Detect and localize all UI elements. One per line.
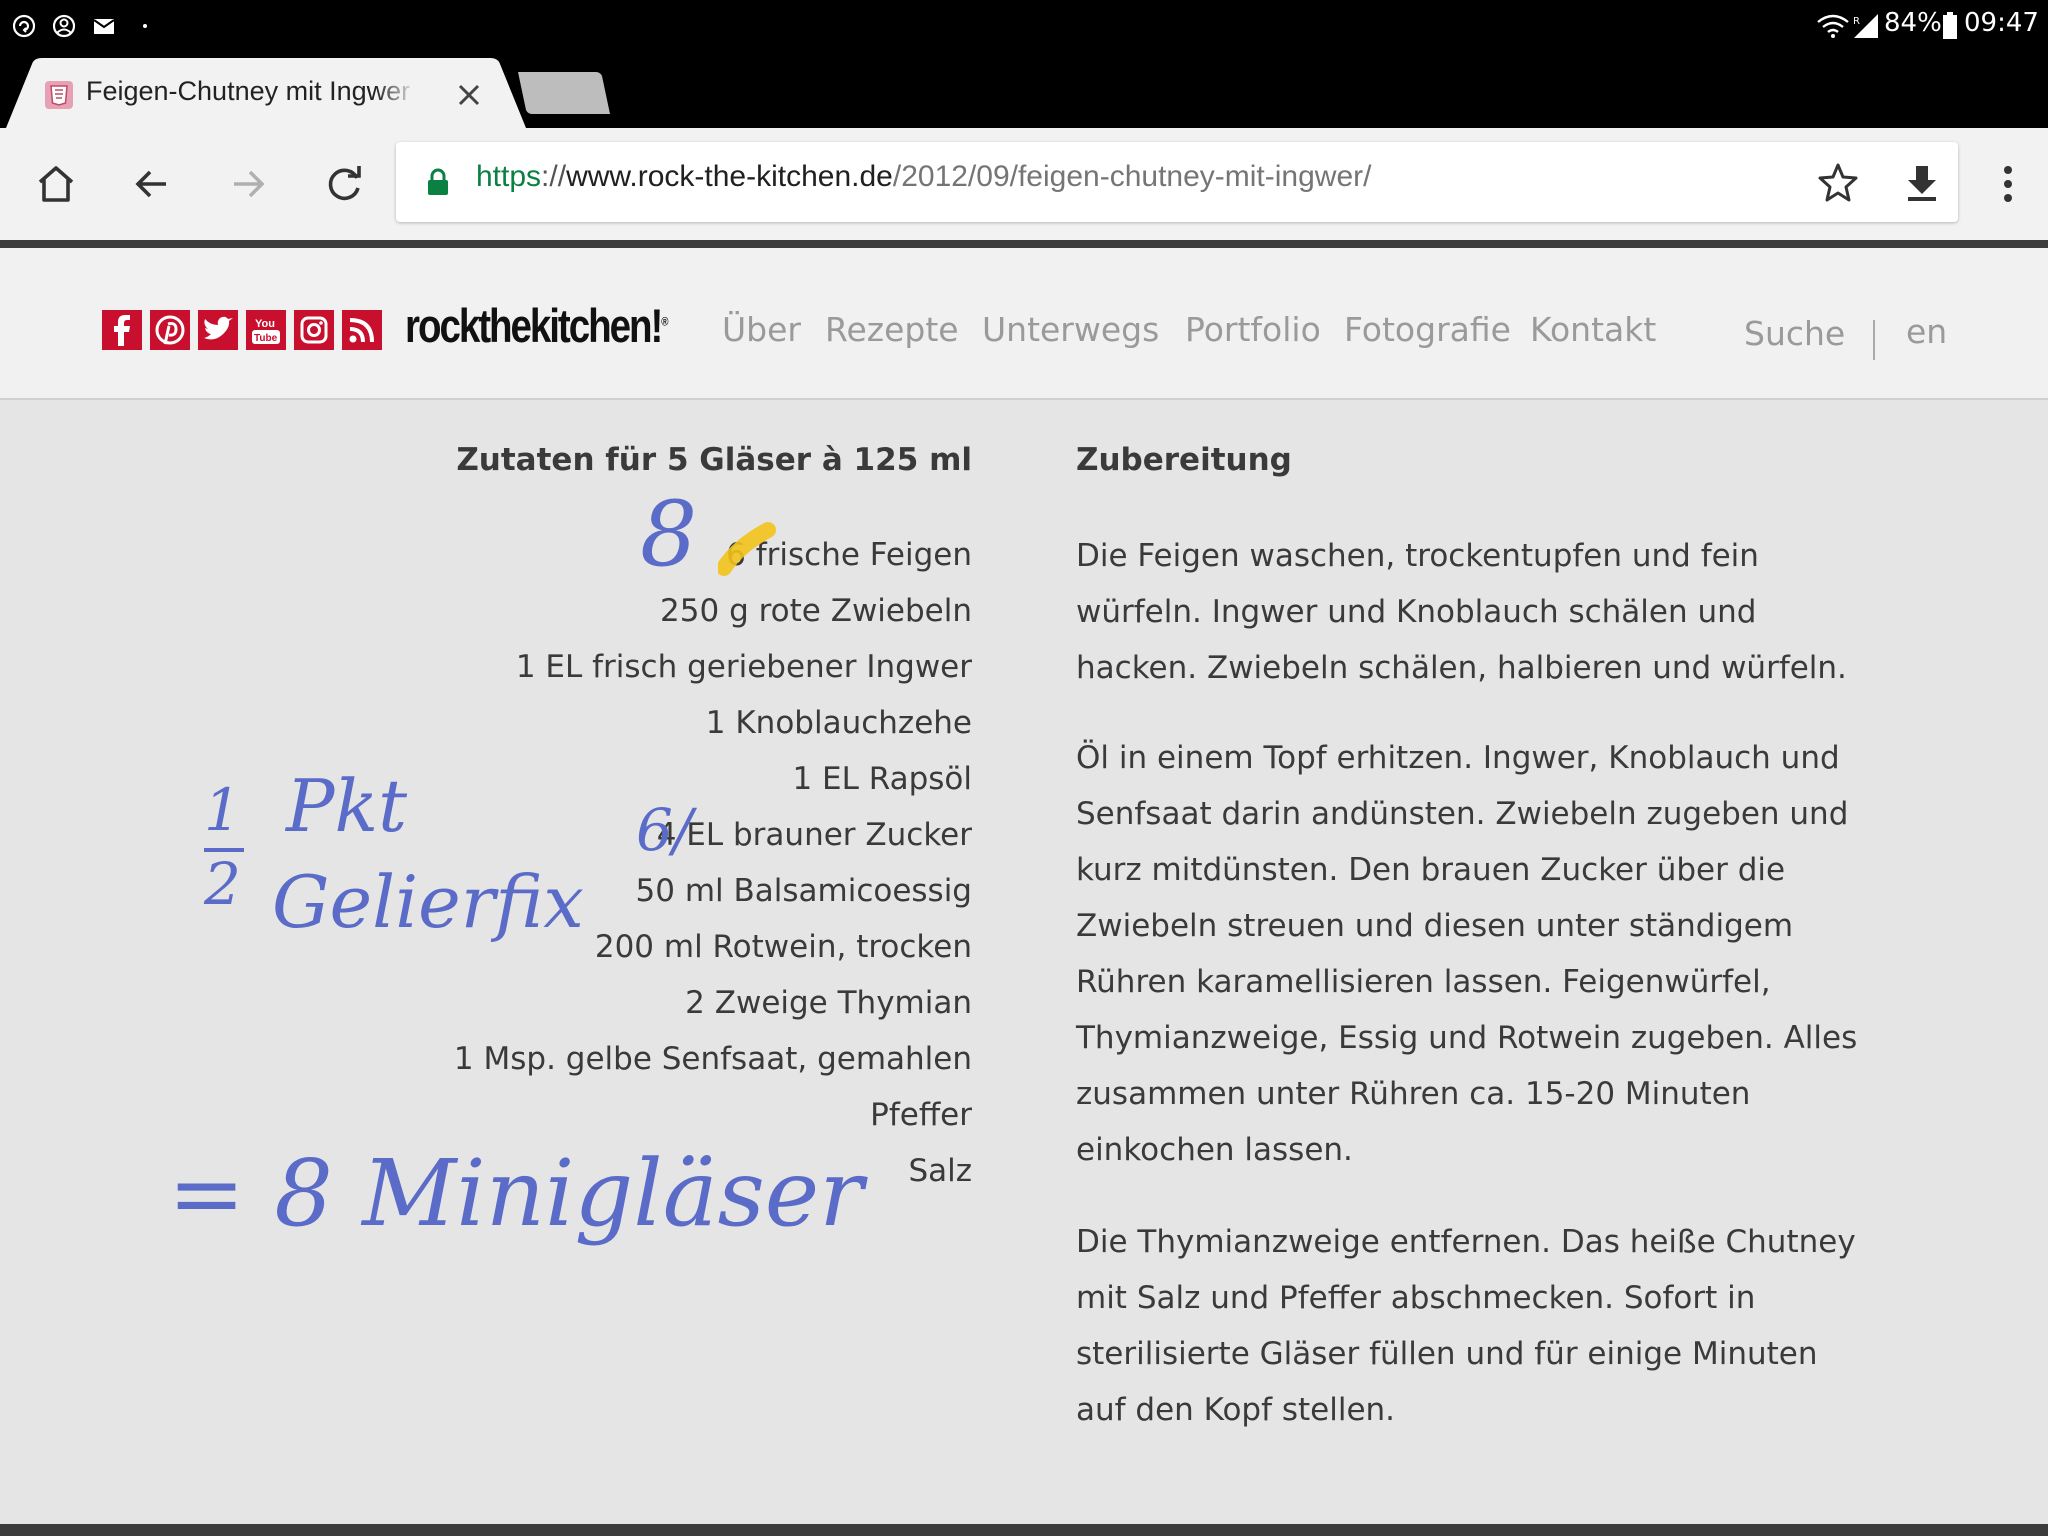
nav-item-unterwegs[interactable]: Unterwegs	[982, 310, 1159, 349]
annotation-figs: 8	[640, 482, 698, 587]
battery-percent: 84%	[1884, 8, 1942, 38]
back-arrow-icon[interactable]	[126, 158, 178, 210]
ingredient-item: 250 g rote Zwiebeln	[660, 593, 972, 629]
account-circle-icon	[52, 14, 76, 38]
ingredient-item: 1 Msp. gelbe Senfsaat, gemahlen	[453, 1041, 972, 1077]
site-logo[interactable]: rockthekitchen!®	[405, 298, 668, 353]
nav-item-fotografie[interactable]: Fotografie	[1344, 310, 1511, 349]
url-separator: ://	[541, 160, 567, 193]
new-tab-button[interactable]	[518, 72, 610, 114]
facebook-icon[interactable]	[102, 310, 142, 350]
tab-title-text: Feigen-Chutney mit Ingwer | ro	[86, 76, 416, 106]
address-bar[interactable]: https://www.rock-the-kitchen.de/2012/09/…	[396, 142, 1958, 222]
download-icon[interactable]	[1900, 160, 1944, 204]
language-switch[interactable]: en	[1906, 312, 1947, 351]
url-host: www.rock-the-kitchen.de	[566, 160, 893, 193]
annotation-result: = 8 Minigläser	[168, 1140, 864, 1247]
preparation-title: Zubereitung	[1076, 442, 1292, 478]
site-logo-text: rockthekitchen!	[405, 299, 663, 352]
url-text[interactable]: https://www.rock-the-kitchen.de/2012/09/…	[476, 160, 1371, 194]
home-icon[interactable]	[30, 158, 82, 210]
rss-icon[interactable]	[342, 310, 382, 350]
close-icon[interactable]	[454, 80, 484, 110]
ingredient-item: 4 EL brauner Zucker	[656, 817, 972, 853]
nav-item-kontakt[interactable]: Kontakt	[1530, 310, 1656, 349]
overflow-menu-icon[interactable]	[1986, 162, 2030, 206]
ingredient-item: 2 Zweige Thymian	[685, 985, 972, 1021]
ingredient-item: 6 frische Feigen	[726, 537, 972, 573]
nav-item-rezepte[interactable]: Rezepte	[825, 310, 959, 349]
site-header: You Tube rockthekitchen!® Über Rezepte U…	[0, 248, 2048, 400]
registered-mark: ®	[661, 314, 669, 329]
pinterest-icon[interactable]	[150, 310, 190, 350]
lock-icon	[428, 168, 448, 195]
reload-icon[interactable]	[318, 158, 370, 210]
forward-arrow-icon[interactable]	[222, 158, 274, 210]
ingredients-title: Zutaten für 5 Gläser à 125 ml	[456, 442, 972, 478]
status-bar: R 84% 09:47	[0, 0, 2048, 54]
bookmark-star-icon[interactable]	[1816, 160, 1860, 204]
browser-toolbar: https://www.rock-the-kitchen.de/2012/09/…	[0, 128, 2048, 240]
bottom-bar	[0, 1524, 2048, 1536]
sync-icon	[12, 14, 36, 38]
youtube-tube-text: Tube	[254, 333, 278, 344]
ingredient-item: Pfeffer	[870, 1097, 972, 1133]
tab-strip: Feigen-Chutney mit Ingwer | ro	[0, 54, 2048, 128]
annotation-gelierfix: Gelierfix	[272, 860, 584, 944]
tab-active[interactable]: Feigen-Chutney mit Ingwer | ro	[6, 58, 526, 128]
youtube-icon[interactable]: You Tube	[246, 310, 286, 350]
annotation-fraction-num: 1	[204, 776, 241, 844]
annotation-sugar: 6/	[636, 796, 693, 864]
youtube-you-text: You	[255, 318, 275, 330]
ingredient-item: 1 EL Rapsöl	[792, 761, 972, 797]
preparation-paragraph: Die Thymianzweige entfernen. Das heiße C…	[1076, 1224, 1856, 1428]
annotation-package: Pkt	[286, 764, 408, 848]
nav-divider	[1873, 320, 1875, 360]
html5-icon	[45, 81, 73, 109]
annotation-fraction-den: 2	[204, 850, 241, 918]
signal-icon: R	[1853, 14, 1878, 38]
ingredient-item: 1 EL frisch geriebener Ingwer	[515, 649, 972, 685]
instagram-icon[interactable]	[294, 310, 334, 350]
battery-icon	[1943, 12, 1957, 39]
twitter-icon[interactable]	[198, 310, 238, 350]
highlighter-mark	[718, 522, 776, 576]
toolbar-bottom-bar	[0, 240, 2048, 248]
ingredient-item: 1 Knoblauchzehe	[705, 705, 972, 741]
wifi-icon	[1817, 14, 1849, 38]
tab-title-fade	[376, 76, 416, 107]
tab-title: Feigen-Chutney mit Ingwer | ro	[86, 76, 416, 107]
clock: 09:47	[1964, 8, 2039, 38]
nav-item-ueber[interactable]: Über	[722, 310, 801, 349]
nav-item-portfolio[interactable]: Portfolio	[1185, 310, 1321, 349]
svg-text:R: R	[1853, 16, 1860, 27]
mail-icon	[93, 19, 115, 34]
url-path: /2012/09/feigen-chutney-mit-ingwer/	[892, 160, 1372, 193]
preparation-paragraph: Öl in einem Topf erhitzen. Ingwer, Knobl…	[1076, 740, 1858, 1168]
notification-dot	[143, 24, 147, 28]
url-scheme: https	[476, 160, 542, 193]
preparation-paragraph: Die Feigen waschen, trockentupfen und fe…	[1076, 538, 1847, 686]
search-link[interactable]: Suche	[1744, 314, 1845, 353]
